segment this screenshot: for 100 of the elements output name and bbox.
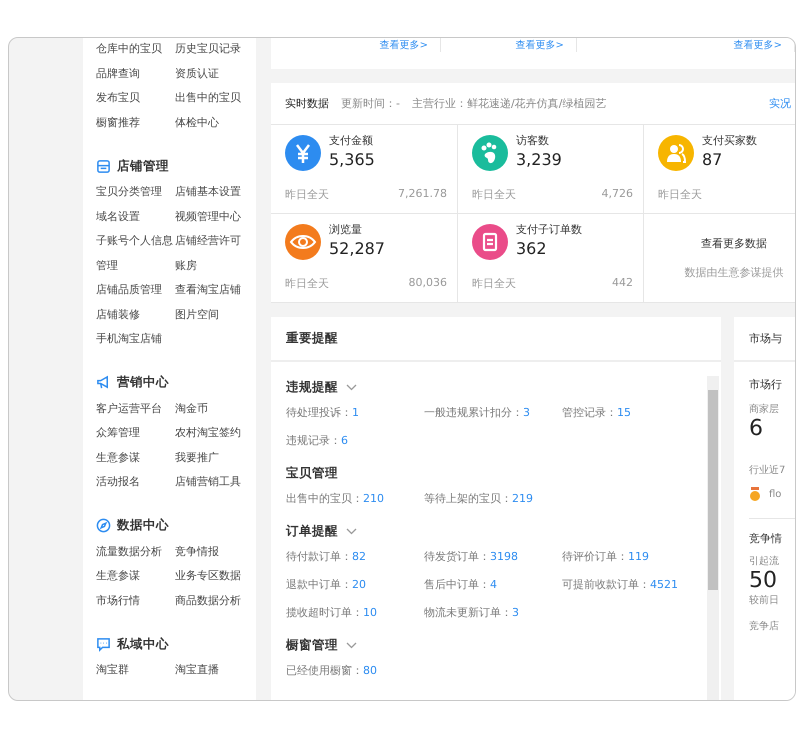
section-title: 市场行 [749, 377, 783, 392]
reminder-label: 等待上架的宝贝： [424, 492, 512, 505]
section-title: 竞争情 [749, 531, 783, 546]
sidebar-link[interactable]: 生意参谋 [96, 564, 175, 588]
card-title: 实时数据 [285, 96, 329, 111]
stat-period: 昨日全天 [472, 187, 516, 202]
sidebar-link[interactable]: 市场行情 [96, 588, 175, 613]
stat-label: 支付子订单数 [516, 222, 582, 237]
stat-label: 行业近7 [749, 464, 786, 477]
sidebar-link[interactable]: 查看淘宝店铺 [175, 278, 247, 302]
reminder-label: 物流未更新订单： [424, 606, 512, 619]
reminder-label: 待处理投诉： [286, 406, 352, 419]
sidebar-link[interactable]: 农村淘宝签约 [175, 421, 247, 446]
sidebar-link[interactable]: 视频管理中心 [175, 204, 247, 229]
stat-value: 87 [702, 150, 724, 169]
reminder-label: 揽收超时订单： [286, 606, 363, 619]
stat-previous: 4,726 [602, 187, 633, 202]
sidebar-link[interactable]: 发布宝贝 [96, 86, 175, 110]
stat-value: 362 [516, 239, 548, 258]
footprint-icon [472, 135, 508, 171]
source-note: 数据由生意参谋提供 [684, 265, 784, 280]
section-title: 店铺管理 [117, 158, 169, 174]
card-title: 重要提醒 [286, 330, 338, 347]
sidebar-link[interactable]: 活动报名 [96, 470, 175, 494]
stat-label: 浏览量 [329, 222, 363, 237]
stat-label: 访客数 [516, 133, 550, 148]
reminder-label: 出售中的宝贝： [286, 492, 363, 505]
stat-previous: 80,036 [408, 276, 447, 291]
stat-previous: 7,261.78 [398, 187, 447, 202]
stat-value: 3,239 [516, 150, 562, 169]
reminder-label: 管控记录： [562, 406, 617, 419]
sidebar-link[interactable]: 商品数据分析 [175, 588, 247, 613]
stat-value: 50 [749, 568, 778, 593]
sidebar-link[interactable]: 手机淘宝店铺 [96, 327, 175, 352]
sidebar-link[interactable]: 宝贝分类管理 [96, 180, 175, 204]
stat-label: 竞争店 [749, 620, 780, 633]
reminder-label: 可提前收款订单： [562, 578, 650, 591]
sidebar-link[interactable]: 店铺营销工具 [175, 470, 247, 494]
clipboard-icon [472, 224, 508, 260]
chevron-down-icon[interactable] [346, 384, 357, 390]
reminder-label: 售后中订单： [424, 578, 490, 591]
stat-label: 商家层 [749, 402, 780, 416]
sidebar-link[interactable]: 出售中的宝贝 [175, 86, 247, 110]
sidebar-link[interactable]: 店铺基本设置 [175, 180, 247, 204]
sidebar-link[interactable]: 众筹管理 [96, 421, 175, 446]
sidebar-link[interactable]: 淘宝直播 [175, 658, 247, 682]
sidebar-link[interactable]: 客户运营平台 [96, 396, 175, 421]
section-title: 营销中心 [117, 374, 169, 391]
sidebar-link[interactable]: 生意参谋 [96, 446, 175, 470]
stat-value: 52,287 [329, 239, 385, 258]
section-title: 数据中心 [117, 517, 169, 534]
sidebar-link[interactable]: 店铺品质管理 [96, 278, 175, 302]
store-icon [96, 158, 111, 174]
stat-period: 昨日全天 [285, 276, 329, 291]
megaphone-icon [96, 375, 111, 390]
sidebar-link[interactable]: 橱窗推荐 [96, 110, 175, 135]
sidebar-link[interactable]: 竞争情报 [175, 540, 247, 564]
sidebar-link[interactable]: 域名设置 [96, 204, 175, 229]
sidebar-link[interactable]: 淘宝群 [96, 658, 175, 682]
stat-value: 5,365 [329, 150, 375, 169]
more-data-link[interactable]: 查看更多数据 [701, 236, 767, 251]
stat-label: 引起流 [749, 554, 780, 568]
reminder-label: 退款中订单： [286, 578, 352, 591]
compare-label: 较前日 [749, 594, 780, 607]
sidebar-link[interactable]: 淘金币 [175, 396, 247, 421]
sidebar-link[interactable]: 仓库中的宝贝 [96, 38, 175, 62]
rank-text: flo [769, 489, 782, 500]
medal-icon [749, 487, 761, 502]
sidebar-link[interactable]: 品牌查询 [96, 62, 175, 86]
sidebar-link[interactable]: 店铺经营许可账房 [175, 229, 247, 278]
chat-icon [96, 636, 111, 652]
sidebar-link[interactable]: 流量数据分析 [96, 540, 175, 564]
sidebar-link[interactable]: 店铺装修 [96, 302, 175, 327]
group-title: 违规提醒 [286, 378, 338, 396]
sidebar-link[interactable]: 资质认证 [175, 62, 247, 86]
reminder-label: 已经使用橱窗： [286, 664, 363, 677]
industry-text: 主营行业：鲜花速递/花卉仿真/绿植园艺 [412, 96, 606, 111]
stat-period: 昨日全天 [285, 187, 329, 202]
stat-previous: 442 [612, 276, 633, 291]
reminder-label: 待评价订单： [562, 550, 628, 563]
sidebar-link[interactable]: 业务专区数据 [175, 564, 247, 588]
group-title: 宝贝管理 [286, 464, 338, 482]
sidebar-link[interactable]: 图片空间 [175, 302, 247, 327]
yen-icon [285, 135, 321, 171]
compass-icon [96, 518, 111, 533]
scrollbar[interactable] [707, 376, 719, 700]
stat-period: 昨日全天 [658, 187, 702, 202]
sidebar-link[interactable]: 子账号个人信息管理 [96, 229, 175, 278]
sidebar-link[interactable]: 历史宝贝记录 [175, 38, 247, 62]
reminder-label: 一般违规累计扣分： [424, 406, 523, 419]
chevron-down-icon[interactable] [346, 642, 357, 648]
stat-label: 支付买家数 [702, 133, 757, 148]
chevron-down-icon[interactable] [346, 528, 357, 534]
group-title: 橱窗管理 [286, 636, 338, 654]
section-title: 私域中心 [117, 636, 169, 652]
reminder-label: 违规记录： [286, 434, 341, 447]
eye-icon [285, 224, 321, 260]
sidebar-link[interactable]: 体检中心 [175, 110, 247, 135]
users-icon [658, 135, 694, 171]
sidebar-link[interactable]: 我要推广 [175, 446, 247, 470]
